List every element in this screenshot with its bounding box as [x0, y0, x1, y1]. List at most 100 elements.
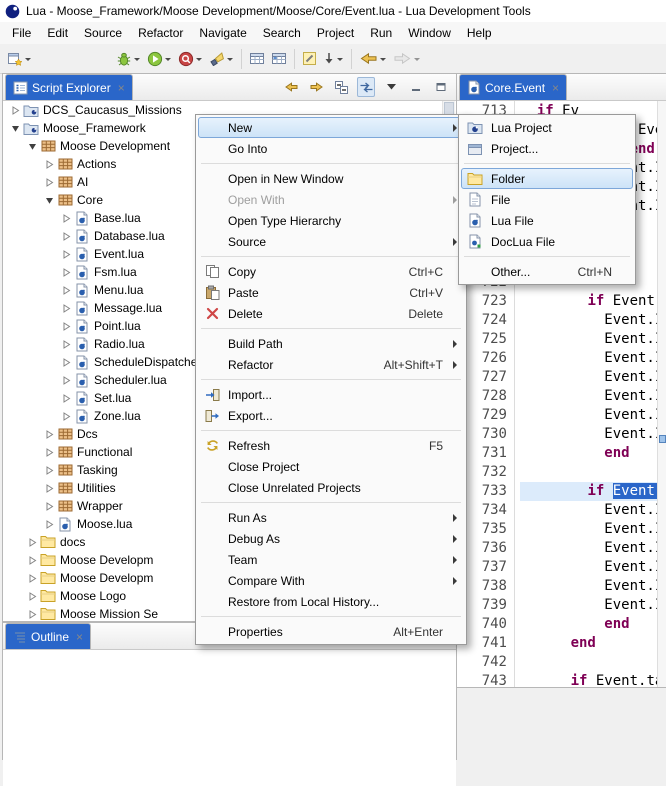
expand-twistie-icon[interactable] — [25, 574, 39, 583]
collapse-twistie-icon[interactable] — [8, 124, 22, 133]
forward-small-button[interactable] — [307, 77, 325, 97]
dropdown-arrow-icon[interactable] — [25, 58, 31, 64]
forward-button[interactable] — [390, 46, 424, 72]
menu-refactor[interactable]: Refactor — [130, 23, 191, 43]
context-menu-item-restore-from-local-history[interactable]: Restore from Local History... — [198, 591, 464, 612]
menu-navigate[interactable]: Navigate — [191, 23, 254, 43]
run-button[interactable] — [144, 46, 175, 72]
close-icon[interactable]: × — [118, 82, 125, 94]
context-menu-item-build-path[interactable]: Build Path — [198, 333, 464, 354]
new-wizard-button[interactable] — [4, 46, 35, 72]
expand-twistie-icon[interactable] — [42, 484, 56, 493]
context-menu-item-copy[interactable]: CopyCtrl+C — [198, 261, 464, 282]
annotations-button[interactable] — [320, 46, 347, 72]
dropdown-arrow-icon[interactable] — [337, 58, 343, 64]
new-submenu-item-other[interactable]: Other...Ctrl+N — [461, 261, 633, 282]
script-explorer-tab[interactable]: Script Explorer × — [5, 74, 133, 100]
expand-twistie-icon[interactable] — [42, 178, 56, 187]
context-menu-item-open-type-hierarchy[interactable]: Open Type Hierarchy — [198, 210, 464, 231]
menu-project[interactable]: Project — [309, 23, 362, 43]
expand-twistie-icon[interactable] — [59, 322, 73, 331]
expand-twistie-icon[interactable] — [42, 466, 56, 475]
collapse-all-button[interactable] — [332, 77, 350, 97]
expand-twistie-icon[interactable] — [59, 376, 73, 385]
search-button[interactable] — [206, 46, 237, 72]
expand-twistie-icon[interactable] — [59, 268, 73, 277]
expand-twistie-icon[interactable] — [59, 412, 73, 421]
expand-twistie-icon[interactable] — [42, 502, 56, 511]
close-icon[interactable]: × — [552, 82, 559, 94]
view-menu-button[interactable] — [382, 77, 400, 97]
dropdown-arrow-icon[interactable] — [380, 58, 386, 64]
context-menu-item-open-in-new-window[interactable]: Open in New Window — [198, 168, 464, 189]
menu-source[interactable]: Source — [76, 23, 130, 43]
expand-twistie-icon[interactable] — [59, 340, 73, 349]
context-menu-item-refactor[interactable]: RefactorAlt+Shift+T — [198, 354, 464, 375]
dropdown-arrow-icon[interactable] — [134, 58, 140, 64]
context-menu-item-properties[interactable]: PropertiesAlt+Enter — [198, 621, 464, 642]
context-menu-item-go-into[interactable]: Go Into — [198, 138, 464, 159]
context-menu-item-close-unrelated-projects[interactable]: Close Unrelated Projects — [198, 477, 464, 498]
expand-twistie-icon[interactable] — [8, 106, 22, 115]
maximize-button[interactable] — [432, 77, 450, 97]
expand-twistie-icon[interactable] — [59, 304, 73, 313]
expand-twistie-icon[interactable] — [59, 358, 73, 367]
new-submenu-item-doclua-file[interactable]: DocLua File — [461, 231, 633, 252]
dropdown-arrow-icon[interactable] — [165, 58, 171, 64]
new-submenu-item-folder[interactable]: Folder — [461, 168, 633, 189]
expand-twistie-icon[interactable] — [25, 610, 39, 619]
context-menu-item-paste[interactable]: PasteCtrl+V — [198, 282, 464, 303]
dropdown-arrow-icon[interactable] — [196, 58, 202, 64]
menu-file[interactable]: File — [4, 23, 39, 43]
debug-button[interactable] — [113, 46, 144, 72]
expand-twistie-icon[interactable] — [42, 430, 56, 439]
context-menu-item-compare-with[interactable]: Compare With — [198, 570, 464, 591]
overview-ruler[interactable] — [657, 101, 666, 687]
menu-window[interactable]: Window — [400, 23, 459, 43]
expand-twistie-icon[interactable] — [59, 232, 73, 241]
menu-run[interactable]: Run — [362, 23, 400, 43]
menu-search[interactable]: Search — [255, 23, 309, 43]
dropdown-arrow-icon[interactable] — [414, 58, 420, 64]
new-submenu-item-lua-project[interactable]: Lua Project — [461, 117, 633, 138]
collapse-twistie-icon[interactable] — [25, 142, 39, 151]
context-menu-item-export[interactable]: Export... — [198, 405, 464, 426]
data-grid-button[interactable] — [268, 46, 290, 72]
close-icon[interactable]: × — [76, 631, 83, 643]
new-submenu-item-file[interactable]: File — [461, 189, 633, 210]
new-submenu-item-project[interactable]: Project... — [461, 138, 633, 159]
collapse-twistie-icon[interactable] — [42, 196, 56, 205]
expand-twistie-icon[interactable] — [42, 160, 56, 169]
menu-help[interactable]: Help — [459, 23, 500, 43]
context-menu-item-close-project[interactable]: Close Project — [198, 456, 464, 477]
context-menu-item-import[interactable]: Import... — [198, 384, 464, 405]
context-menu-item-refresh[interactable]: RefreshF5 — [198, 435, 464, 456]
editor-tab[interactable]: Core.Event × — [459, 74, 567, 100]
mark-occurrences-button[interactable] — [299, 46, 320, 72]
link-with-editor-button[interactable] — [357, 77, 375, 97]
context-menu-item-new[interactable]: New — [198, 117, 464, 138]
menu-edit[interactable]: Edit — [39, 23, 76, 43]
expand-twistie-icon[interactable] — [59, 250, 73, 259]
context-menu-item-run-as[interactable]: Run As — [198, 507, 464, 528]
expand-twistie-icon[interactable] — [25, 556, 39, 565]
external-tools-button[interactable] — [175, 46, 206, 72]
context-menu-item-delete[interactable]: DeleteDelete — [198, 303, 464, 324]
back-button[interactable] — [356, 46, 390, 72]
context-menu-item-open-with[interactable]: Open With — [198, 189, 464, 210]
context-menu-item-source[interactable]: Source — [198, 231, 464, 252]
context-menu-item-debug-as[interactable]: Debug As — [198, 528, 464, 549]
outline-tab[interactable]: Outline × — [5, 623, 91, 649]
open-table-button[interactable] — [246, 46, 268, 72]
expand-twistie-icon[interactable] — [59, 394, 73, 403]
expand-twistie-icon[interactable] — [59, 214, 73, 223]
expand-twistie-icon[interactable] — [25, 538, 39, 547]
back-small-button[interactable] — [282, 77, 300, 97]
context-menu-item-team[interactable]: Team — [198, 549, 464, 570]
expand-twistie-icon[interactable] — [25, 592, 39, 601]
minimize-button[interactable] — [407, 77, 425, 97]
new-submenu-item-lua-file[interactable]: Lua File — [461, 210, 633, 231]
expand-twistie-icon[interactable] — [42, 520, 56, 529]
dropdown-arrow-icon[interactable] — [227, 58, 233, 64]
expand-twistie-icon[interactable] — [42, 448, 56, 457]
